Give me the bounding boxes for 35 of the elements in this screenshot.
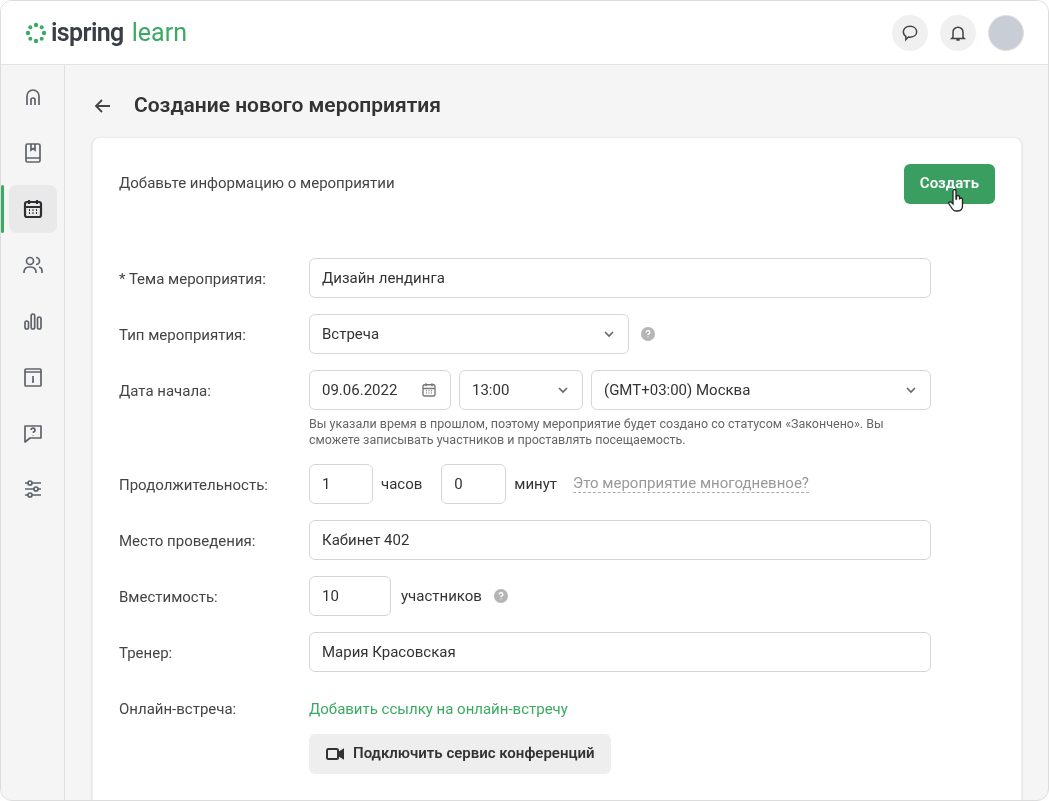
notifications-button[interactable] xyxy=(940,14,976,51)
calendar-icon[interactable] xyxy=(420,381,438,399)
field-label: Тип мероприятия: xyxy=(119,325,247,346)
video-camera-icon xyxy=(325,745,345,762)
form-subtitle: Добавьте информацию о мероприятии xyxy=(119,173,395,195)
minutes-unit: минут xyxy=(514,473,558,495)
timezone-dropdown[interactable]: (GMT+03:00) Москва xyxy=(591,370,931,410)
logo-product-text: learn xyxy=(131,20,187,45)
field-label: Вместимость: xyxy=(119,587,219,608)
minutes-field[interactable]: 0 xyxy=(441,464,507,504)
page-title: Создание нового мероприятия xyxy=(134,92,441,120)
connect-conference-button[interactable]: Подключить сервис конференций xyxy=(309,733,611,774)
chat-button[interactable] xyxy=(892,14,928,51)
type-dropdown[interactable]: Встреча xyxy=(309,314,629,354)
logo-text: ispring xyxy=(51,20,124,45)
hours-field[interactable]: 1 xyxy=(309,464,373,504)
field-label: Продолжительность: xyxy=(119,475,269,496)
hours-unit: часов xyxy=(381,473,423,495)
time-dropdown[interactable]: 13:00 xyxy=(459,370,583,410)
field-label: Дата начала: xyxy=(119,381,212,402)
hand-cursor-icon xyxy=(947,189,965,213)
sidebar-item[interactable] xyxy=(8,185,57,233)
field-label: Тренер: xyxy=(119,643,174,664)
active-indicator xyxy=(1,185,4,233)
text-field[interactable]: Мария Красовская xyxy=(309,632,931,672)
text-field[interactable]: Кабинет 402 xyxy=(309,520,931,560)
field-label: Онлайн-встреча: xyxy=(119,699,238,720)
field-label: Место проведения: xyxy=(119,531,257,552)
capacity-field[interactable]: 10 xyxy=(309,576,391,616)
date-field[interactable]: 09.06.2022 xyxy=(309,370,451,410)
field-label: * Тема мероприятия: xyxy=(119,269,267,290)
text-field[interactable]: Дизайн лендинга xyxy=(309,258,931,298)
logo-icon xyxy=(25,21,47,44)
warning-note: Вы указали время в прошлом, поэтому мероприятие будет создано со статусом «Закончено». Вы сможете записывать участников и проставлять посещаемость. xyxy=(309,416,885,448)
capacity-unit: участников xyxy=(401,585,482,607)
